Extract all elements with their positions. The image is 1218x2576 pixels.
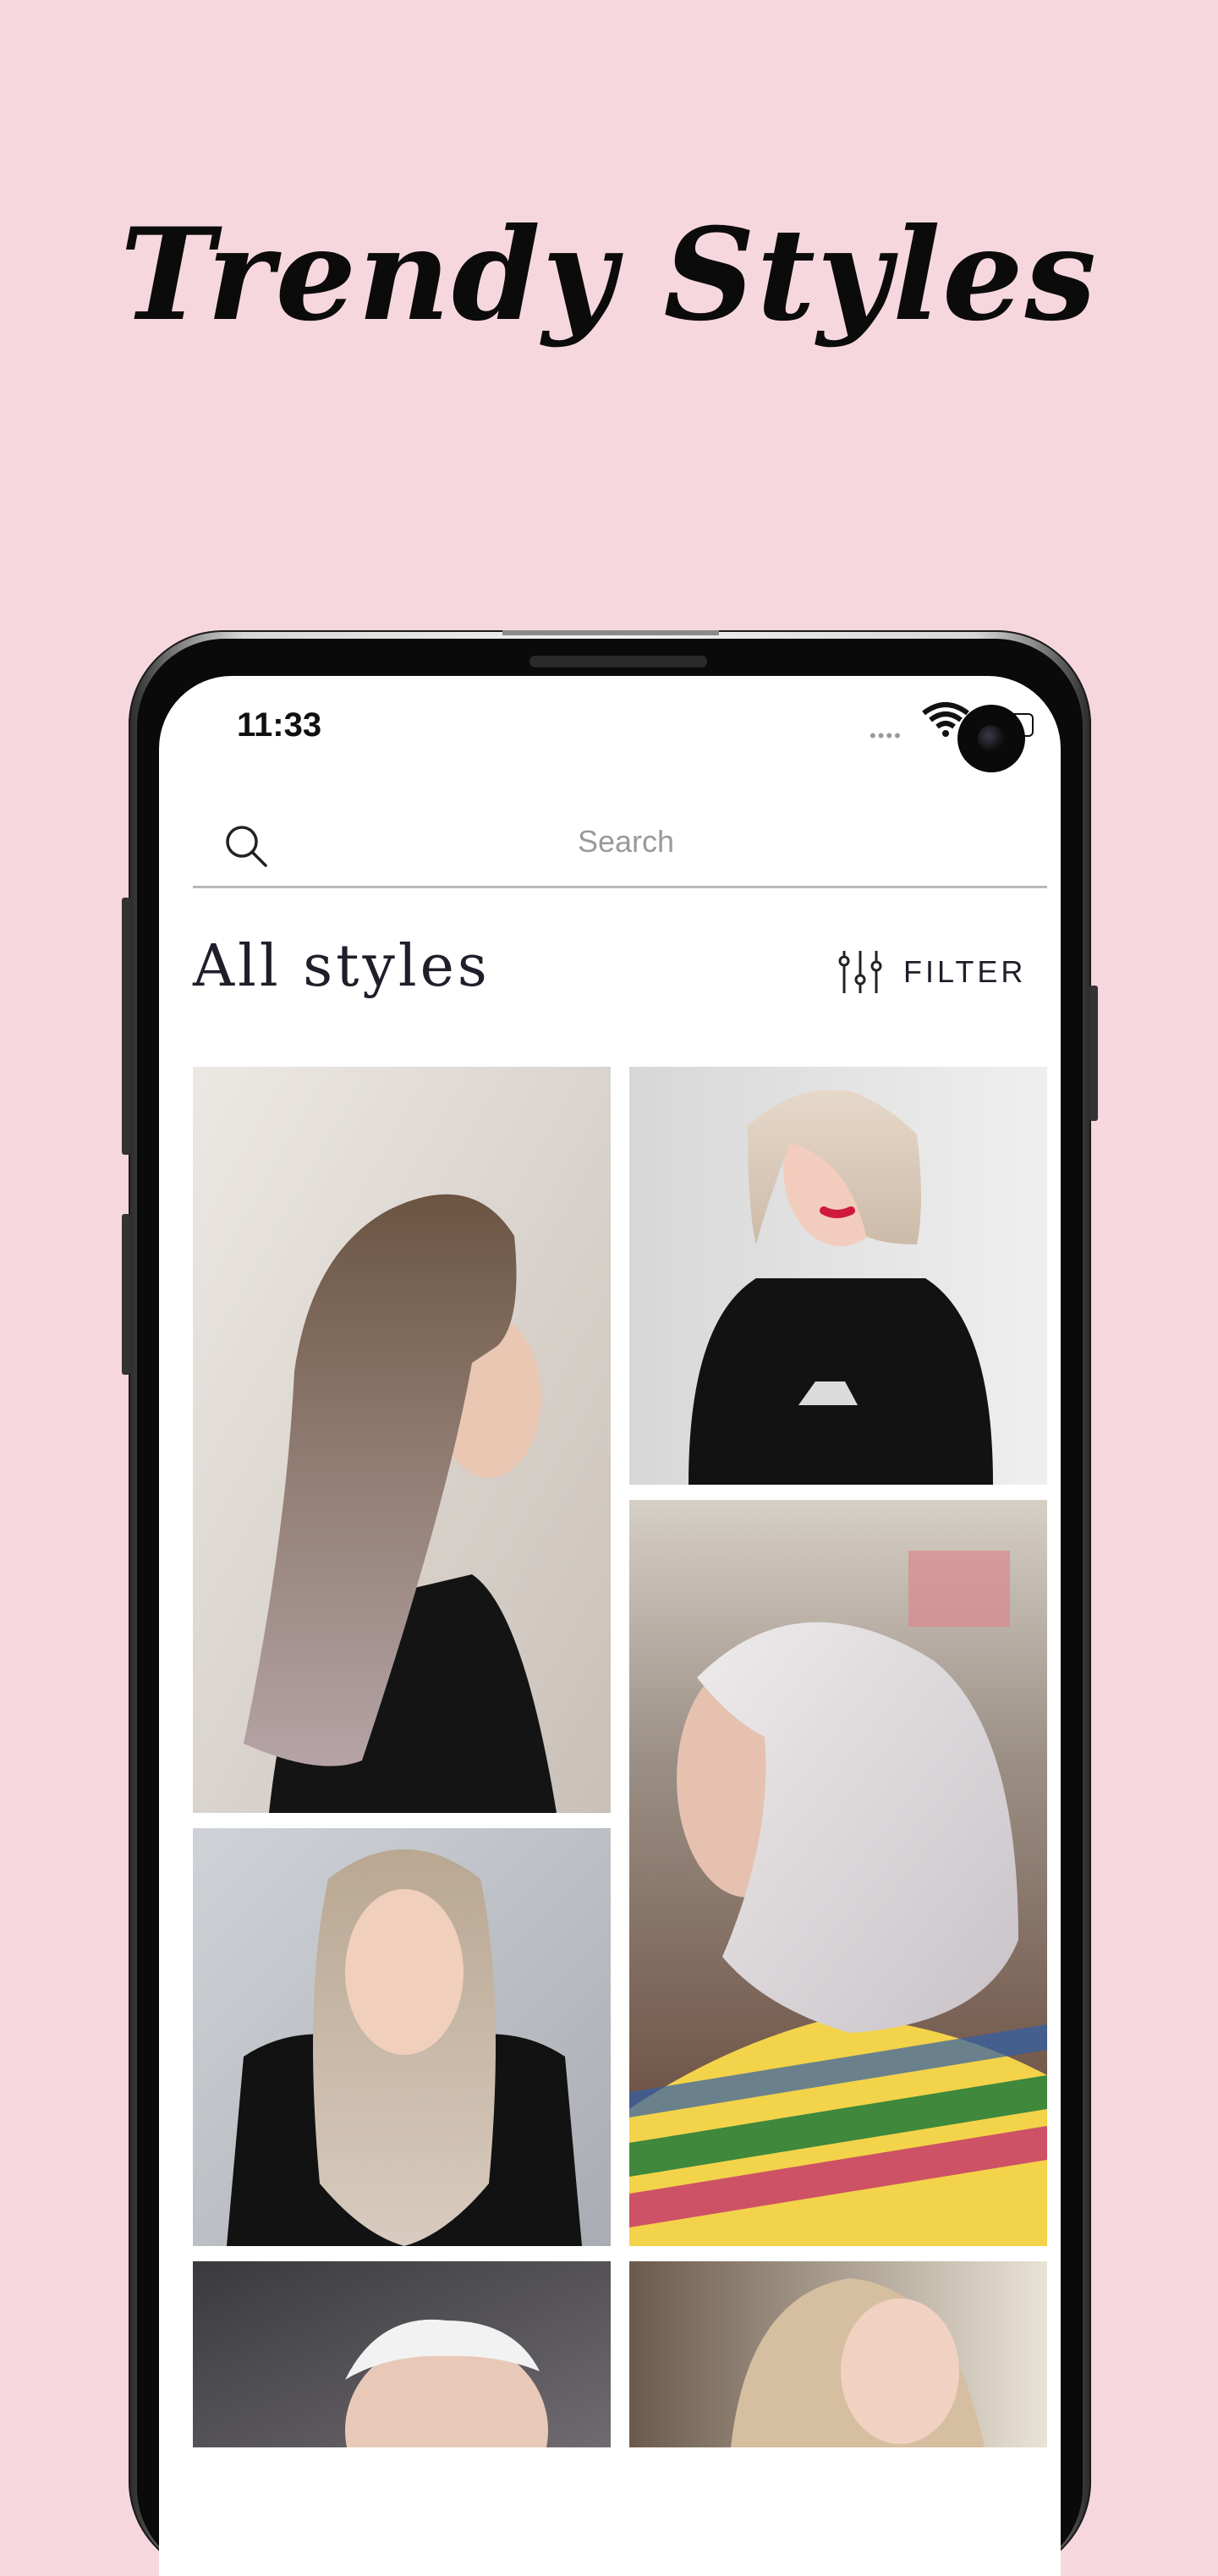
style-photo-platinum-bob[interactable] <box>629 1067 1047 1485</box>
section-title: All styles <box>193 933 491 1000</box>
front-camera <box>957 705 1025 772</box>
filter-button[interactable]: FILTER <box>837 947 1057 997</box>
signal-icon: •••• <box>870 725 903 746</box>
filter-label: FILTER <box>903 954 1027 989</box>
volume-down-button <box>122 1214 130 1375</box>
speaker-grille <box>529 656 707 667</box>
status-time: 11:33 <box>237 706 322 744</box>
volume-up-button <box>122 994 130 1155</box>
search-input[interactable] <box>294 811 957 872</box>
style-photo-silver-blunt-bob[interactable] <box>629 1500 1047 2246</box>
headline: Trendy Styles <box>119 200 1099 349</box>
filter-sliders-icon <box>838 951 882 993</box>
app-screen: 11:33 •••• All styles <box>159 676 1061 2576</box>
phone-frame: 11:33 •••• All styles <box>122 630 1098 2576</box>
style-photo-long-ash-brown[interactable] <box>193 1067 611 1813</box>
side-button-right <box>1089 986 1098 1121</box>
search-icon[interactable] <box>223 823 271 871</box>
phone-bezel: 11:33 •••• All styles <box>137 639 1083 2576</box>
search-bar[interactable] <box>193 803 1047 888</box>
style-photo-platinum-crop[interactable] <box>193 2261 611 2447</box>
style-photo-long-blonde[interactable] <box>193 1828 611 2246</box>
notch-line <box>502 630 719 635</box>
style-photo-blonde-layered[interactable] <box>629 2261 1047 2447</box>
